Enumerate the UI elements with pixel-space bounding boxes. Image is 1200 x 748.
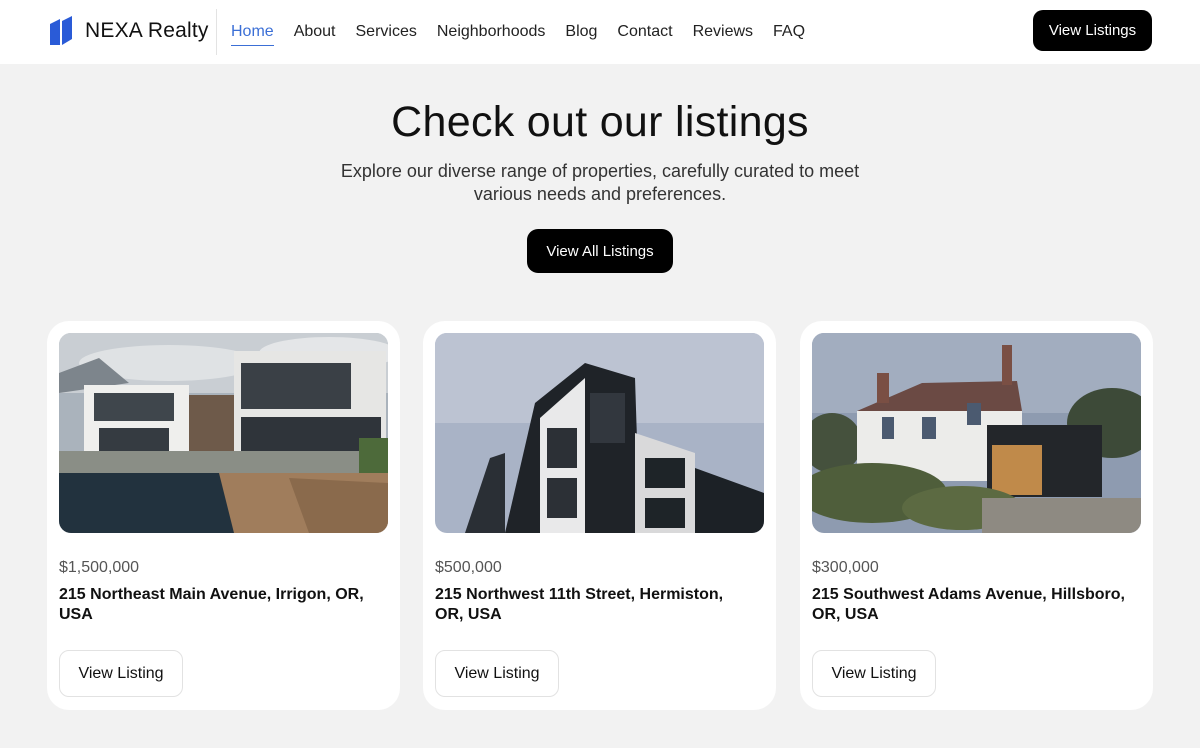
modern-apartment-building-photo[interactable] — [435, 333, 764, 533]
page-title: Check out our listings — [391, 98, 809, 146]
brand[interactable]: NEXA Realty — [48, 14, 209, 48]
modern-villa-with-pool-photo[interactable] — [59, 333, 388, 533]
nexa-logo-icon — [50, 16, 72, 45]
listing-price: $1,500,000 — [59, 559, 140, 576]
hero-subtitle: Explore our diverse range of properties,… — [340, 161, 860, 204]
listing-price: $500,000 — [435, 559, 502, 576]
listing-card: $300,000 215 Southwest Adams Avenue, Hil… — [800, 321, 1153, 710]
nav-item-blog[interactable]: Blog — [565, 22, 597, 42]
brand-name: NEXA Realty — [85, 19, 209, 42]
view-listing-button[interactable]: View Listing — [812, 650, 936, 697]
view-listings-button[interactable]: View Listings — [1033, 10, 1152, 51]
nav-item-reviews[interactable]: Reviews — [693, 22, 753, 42]
nav-item-services[interactable]: Services — [356, 22, 417, 42]
white-cottage-with-garden-photo[interactable] — [812, 333, 1141, 533]
nav-item-faq[interactable]: FAQ — [773, 22, 805, 42]
main-nav: Home About Services Neighborhoods Blog C… — [231, 0, 825, 64]
site-header: NEXA Realty Home About Services Neighbor… — [0, 0, 1200, 64]
header-divider — [216, 9, 217, 55]
view-all-listings-button[interactable]: View All Listings — [527, 229, 673, 273]
nav-item-contact[interactable]: Contact — [617, 22, 672, 42]
view-listing-button[interactable]: View Listing — [59, 650, 183, 697]
listing-card: $1,500,000 215 Northeast Main Avenue, Ir… — [47, 321, 400, 710]
nav-item-home[interactable]: Home — [231, 22, 274, 46]
listing-price: $300,000 — [812, 559, 879, 576]
view-listing-button[interactable]: View Listing — [435, 650, 559, 697]
listing-card: $500,000 215 Northwest 11th Street, Herm… — [423, 321, 776, 710]
listing-address: 215 Northeast Main Avenue, Irrigon, OR, … — [59, 586, 364, 623]
listing-address: 215 Northwest 11th Street, Hermiston, OR… — [435, 586, 724, 623]
nav-item-neighborhoods[interactable]: Neighborhoods — [437, 22, 546, 42]
nav-item-about[interactable]: About — [294, 22, 336, 42]
listing-address: 215 Southwest Adams Avenue, Hillsboro, O… — [812, 586, 1125, 623]
